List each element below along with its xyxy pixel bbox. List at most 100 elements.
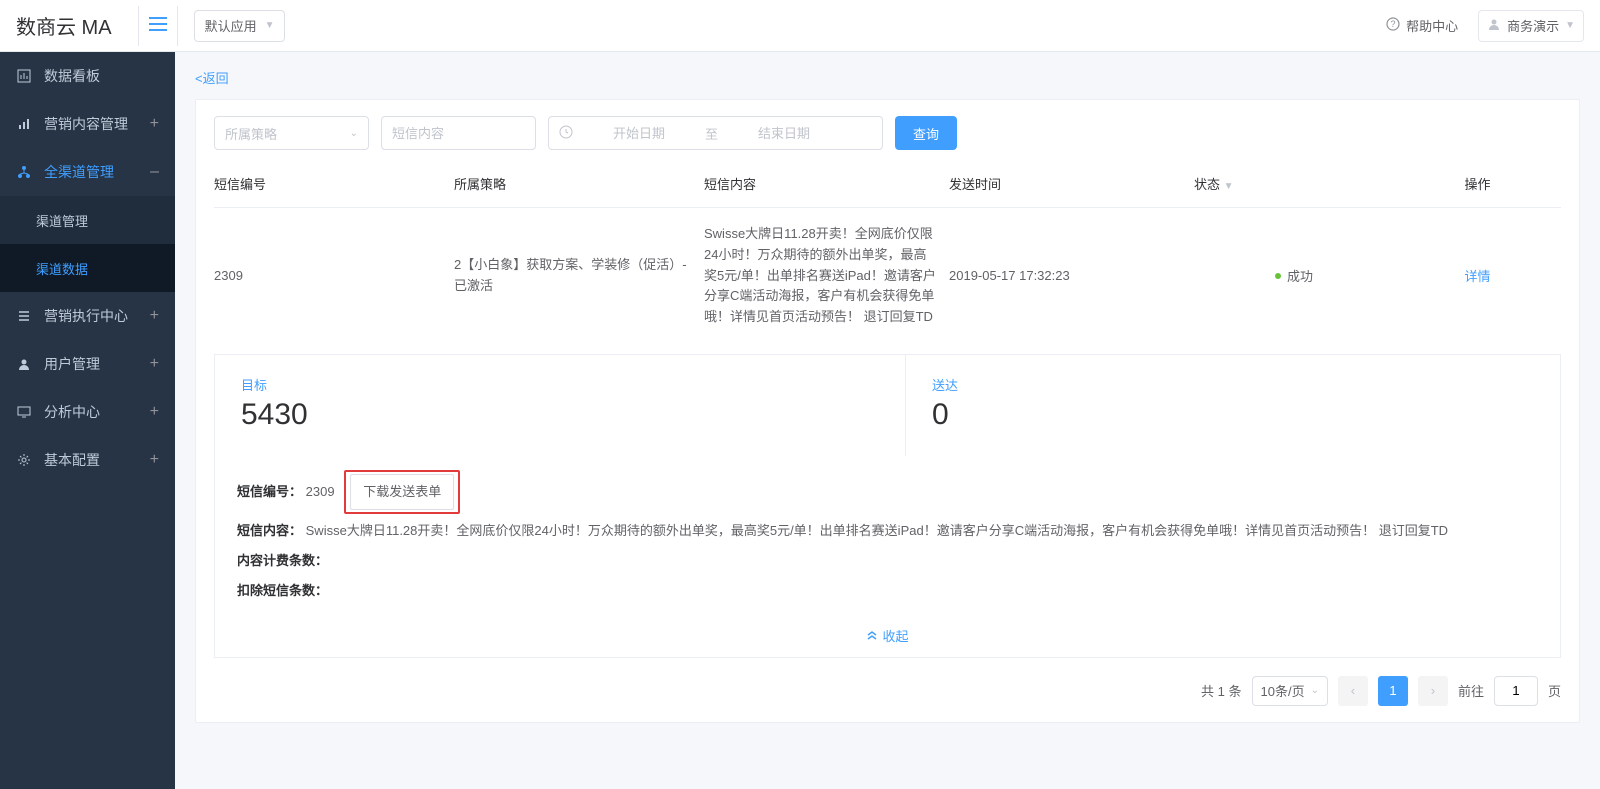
billing-label: 内容计费条数：	[237, 553, 328, 568]
stat-target-value: 5430	[241, 398, 879, 432]
th-status[interactable]: 状态 ▼	[1194, 162, 1404, 208]
page-suffix: 页	[1548, 681, 1561, 700]
sms-id-label: 短信编号：	[237, 484, 302, 499]
detail-link[interactable]: 详情	[1464, 269, 1490, 284]
chevron-down-icon: ⌄	[1311, 685, 1319, 696]
content-label: 短信内容：	[237, 523, 302, 538]
chevron-down-icon: ⌄	[350, 128, 358, 139]
cell-status: 成功	[1194, 208, 1404, 344]
page-size-label: 10条/页	[1261, 681, 1305, 700]
user-icon	[1487, 17, 1501, 34]
list-icon	[16, 308, 32, 324]
cell-strategy: 2【小白象】获取方案、学装修（促活）-已激活	[454, 208, 704, 344]
app-select-label: 默认应用	[205, 16, 257, 35]
sidebar-item-marketing-content[interactable]: 营销内容管理 +	[0, 100, 175, 148]
sidebar-sub-channel-data[interactable]: 渠道数据	[0, 244, 175, 292]
sidebar-item-settings[interactable]: 基本配置 +	[0, 436, 175, 484]
help-icon: ?	[1386, 17, 1400, 34]
sms-id-value: 2309	[306, 484, 335, 499]
start-date-input[interactable]	[579, 126, 699, 141]
table-row: 2309 2【小白象】获取方案、学装修（促活）-已激活 Swisse大牌日11.…	[214, 208, 1561, 344]
chart-icon	[16, 116, 32, 132]
sidebar-item-channel[interactable]: 全渠道管理 –	[0, 148, 175, 196]
table-header-row: 短信编号 所属策略 短信内容 发送时间 状态 ▼ 操作	[214, 162, 1561, 208]
content-input[interactable]	[392, 126, 525, 141]
pagination: 共 1 条 10条/页 ⌄ ‹ 1 › 前往 页	[214, 676, 1561, 706]
download-highlight: 下载发送表单	[344, 470, 460, 514]
detail-body: 短信编号： 2309 下载发送表单 短信内容： Swisse大牌日11.28开卖…	[215, 456, 1560, 614]
sidebar-item-user[interactable]: 用户管理 +	[0, 340, 175, 388]
query-button[interactable]: 查询	[895, 116, 957, 150]
goto-label: 前往	[1458, 681, 1484, 700]
content-input-wrap	[381, 116, 536, 150]
th-op: 操作	[1404, 162, 1561, 208]
sidebar-item-analytics[interactable]: 分析中心 +	[0, 388, 175, 436]
content-panel: 所属策略 ⌄ 至 查询	[195, 99, 1580, 723]
deduct-label: 扣除短信条数：	[237, 583, 328, 598]
sort-icon: ▼	[1224, 181, 1234, 192]
end-date-input[interactable]	[724, 126, 844, 141]
prev-page-button[interactable]: ‹	[1338, 676, 1368, 706]
top-bar: 数商云 MA 默认应用 ▼ ? 帮助中心 商务演示 ▼	[0, 0, 1600, 52]
svg-text:?: ?	[1391, 19, 1396, 29]
back-link[interactable]: <返回	[195, 68, 229, 87]
app-select[interactable]: 默认应用 ▼	[194, 10, 286, 42]
sidebar-item-label: 数据看板	[44, 66, 100, 86]
brand-title: 数商云 MA	[16, 11, 122, 40]
expand-icon: +	[150, 355, 159, 373]
sidebar-item-label: 营销内容管理	[44, 114, 128, 134]
menu-toggle-button[interactable]	[138, 6, 178, 46]
sidebar-item-label: 基本配置	[44, 450, 100, 470]
cell-id: 2309	[214, 208, 454, 344]
next-page-button[interactable]: ›	[1418, 676, 1448, 706]
date-separator: 至	[705, 124, 718, 143]
th-id: 短信编号	[214, 162, 454, 208]
page-size-select[interactable]: 10条/页 ⌄	[1252, 676, 1328, 706]
cell-content: Swisse大牌日11.28开卖！全网底价仅限24小时！万众期待的额外出单奖，最…	[704, 208, 949, 344]
sms-table: 短信编号 所属策略 短信内容 发送时间 状态 ▼ 操作 2309 2	[214, 162, 1561, 344]
detail-sms-id: 短信编号： 2309 下载发送表单	[237, 470, 1538, 514]
dashboard-icon	[16, 68, 32, 84]
cell-op: 详情	[1404, 208, 1561, 344]
sidebar-item-label: 渠道管理	[36, 211, 88, 230]
sidebar-item-label: 渠道数据	[36, 259, 88, 278]
collapse-icon: –	[150, 163, 159, 181]
collapse-button[interactable]: 收起	[215, 614, 1560, 657]
top-bar-left: 数商云 MA 默认应用 ▼	[16, 6, 285, 46]
help-label: 帮助中心	[1406, 16, 1458, 35]
goto-input[interactable]	[1494, 676, 1538, 706]
collapse-label: 收起	[882, 626, 908, 645]
page-1-button[interactable]: 1	[1378, 676, 1408, 706]
stat-delivered-label: 送达	[932, 375, 1534, 394]
chevron-down-icon: ▼	[1565, 20, 1575, 31]
download-button[interactable]: 下载发送表单	[350, 474, 454, 510]
sidebar-item-dashboard[interactable]: 数据看板	[0, 52, 175, 100]
hamburger-icon	[149, 17, 167, 34]
filter-bar: 所属策略 ⌄ 至 查询	[214, 116, 1561, 150]
content-value: Swisse大牌日11.28开卖！全网底价仅限24小时！万众期待的额外出单奖，最…	[306, 523, 1448, 538]
help-button[interactable]: ? 帮助中心	[1378, 12, 1466, 39]
expand-icon: +	[150, 451, 159, 469]
detail-deduct: 扣除短信条数：	[237, 578, 1538, 604]
main-content: <返回 所属策略 ⌄ 至 查询	[175, 52, 1600, 789]
gear-icon	[16, 452, 32, 468]
stats-row: 目标 5430 送达 0	[215, 355, 1560, 456]
expand-icon: +	[150, 307, 159, 325]
expand-icon: +	[150, 115, 159, 133]
stat-delivered: 送达 0	[905, 355, 1560, 456]
strategy-placeholder: 所属策略	[225, 124, 277, 143]
user-menu[interactable]: 商务演示 ▼	[1478, 10, 1584, 42]
sidebar-item-label: 分析中心	[44, 402, 100, 422]
expand-icon: +	[150, 403, 159, 421]
sidebar-sub-channel-manage[interactable]: 渠道管理	[0, 196, 175, 244]
sidebar-item-execution[interactable]: 营销执行中心 +	[0, 292, 175, 340]
sidebar-item-label: 用户管理	[44, 354, 100, 374]
detail-panel: 目标 5430 送达 0 短信编号： 2309 下载发送表单	[214, 354, 1561, 658]
sitemap-icon	[16, 164, 32, 180]
strategy-select[interactable]: 所属策略 ⌄	[214, 116, 369, 150]
date-range-picker[interactable]: 至	[548, 116, 883, 150]
th-strategy: 所属策略	[454, 162, 704, 208]
sidebar-item-label: 营销执行中心	[44, 306, 128, 326]
top-bar-right: ? 帮助中心 商务演示 ▼	[1378, 10, 1584, 42]
sidebar: 数据看板 营销内容管理 + 全渠道管理 – 渠道管理 渠道数据	[0, 52, 175, 789]
